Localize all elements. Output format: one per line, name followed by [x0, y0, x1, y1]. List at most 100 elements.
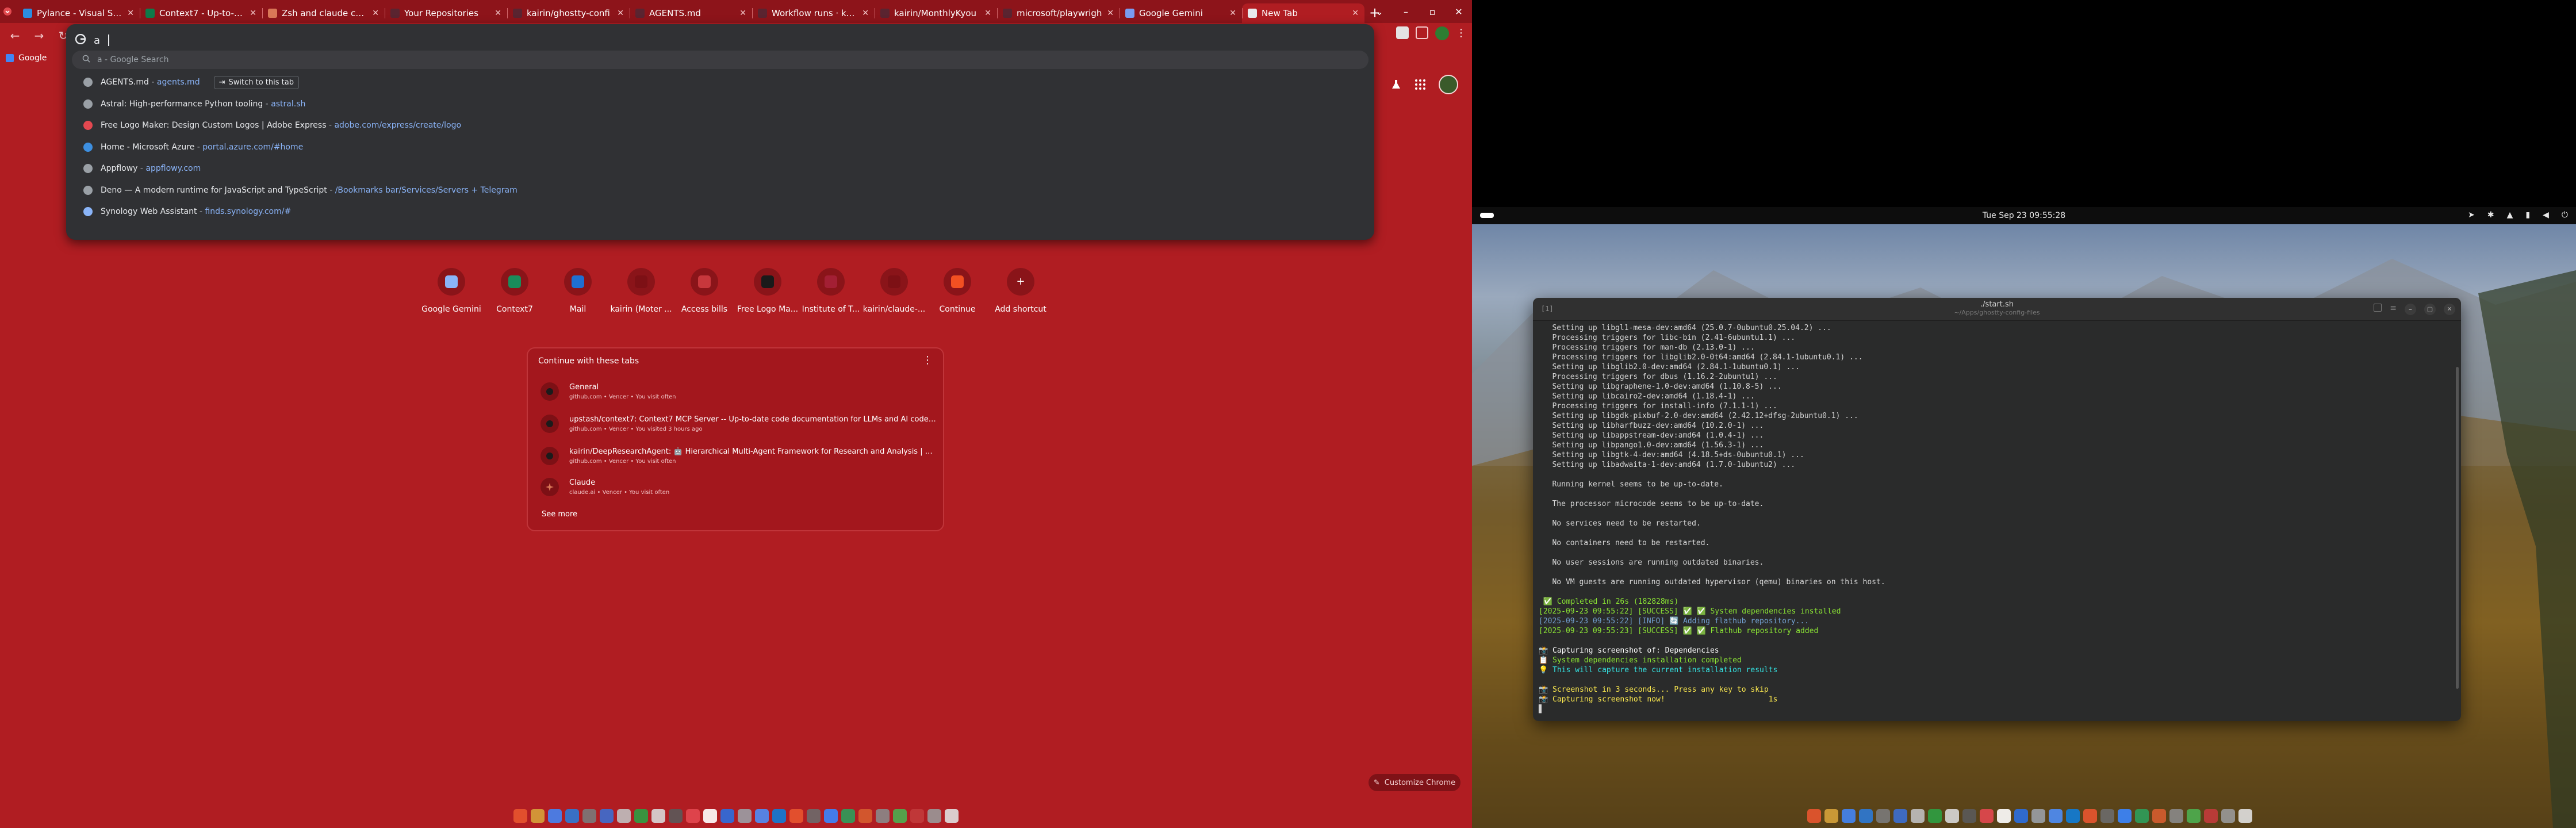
shortcut-tile[interactable]: Context7 [483, 268, 546, 314]
dock-app-icon[interactable] [2169, 809, 2183, 823]
terminal-scrollbar[interactable] [2456, 367, 2459, 689]
dock-app-icon[interactable] [910, 809, 924, 823]
continue-tab-row[interactable]: General github.com • Vencer • You visit o… [535, 376, 936, 407]
dock-app-icon[interactable] [2187, 809, 2201, 823]
bookmark-google[interactable]: Google [18, 53, 47, 63]
tab-3[interactable]: Your Repositories ✕ [385, 3, 507, 23]
close-tab-icon[interactable]: ✕ [739, 9, 746, 18]
dock-app-icon[interactable] [1980, 809, 1994, 823]
dock-app-icon[interactable] [2221, 809, 2235, 823]
tab-5[interactable]: AGENTS.md ✕ [630, 3, 752, 23]
dock-app-icon[interactable] [841, 809, 855, 823]
dock-app-icon[interactable] [703, 809, 717, 823]
dock-app-icon[interactable] [807, 809, 821, 823]
shortcut-tile[interactable]: Access bills [673, 268, 736, 314]
shortcut-tile[interactable]: Continue [926, 268, 989, 314]
minimize-button[interactable]: – [1393, 0, 1419, 23]
dock-app-icon[interactable] [1928, 809, 1942, 823]
dock-app-icon[interactable] [565, 809, 579, 823]
forward-icon[interactable]: → [30, 26, 48, 45]
dock-app-icon[interactable] [600, 809, 614, 823]
labs-flask-icon[interactable] [1390, 79, 1402, 90]
close-tab-icon[interactable]: ✕ [1107, 9, 1114, 18]
dock-app-icon[interactable] [1962, 809, 1976, 823]
dock-app-icon[interactable] [824, 809, 838, 823]
dock-app-icon[interactable] [686, 809, 700, 823]
tab-2[interactable]: Zsh and claude comm ✕ [262, 3, 385, 23]
dock-app-icon[interactable] [2238, 809, 2252, 823]
dock-app-icon[interactable] [2204, 809, 2218, 823]
dock-app-icon[interactable] [945, 809, 959, 823]
omnibox-suggestion[interactable]: Appflowy - appflowy.com [72, 158, 1368, 179]
dock-app-icon[interactable] [927, 809, 941, 823]
tab-search-icon[interactable]: ⌄ [1366, 0, 1393, 23]
omnibox-suggestion[interactable]: Synology Web Assistant - finds.synology.… [72, 201, 1368, 223]
close-tab-icon[interactable]: ✕ [372, 9, 379, 18]
dock-app-icon[interactable] [2100, 809, 2114, 823]
shortcut-tile[interactable]: kairin/claude-... [862, 268, 926, 314]
dock-app-icon[interactable] [2118, 809, 2132, 823]
card-menu-icon[interactable]: ⋮ [922, 354, 933, 366]
system-tray[interactable]: ➤ ✱ ▲ ▮ ◀ ⏻ [2468, 210, 2568, 220]
kebab-menu-icon[interactable]: ⋮ [1456, 26, 1466, 40]
dock-app-icon[interactable] [1807, 809, 1821, 823]
dock-app-icon[interactable] [720, 809, 734, 823]
dock-app-icon[interactable] [1997, 809, 2011, 823]
dock-app-icon[interactable] [582, 809, 596, 823]
shortcut-tile[interactable]: + Add shortcut [989, 268, 1052, 314]
dock-app-icon[interactable] [669, 809, 683, 823]
back-icon[interactable]: ← [6, 26, 24, 45]
dock-app-icon[interactable] [548, 809, 562, 823]
dock-app-icon[interactable] [1824, 809, 1838, 823]
see-more-link[interactable]: See more [542, 510, 577, 519]
terminal-minimize[interactable]: – [2405, 304, 2416, 315]
shortcut-tile[interactable]: Institute of T... [799, 268, 862, 314]
dock-app-icon[interactable] [1893, 809, 1907, 823]
omnibox-suggestion[interactable]: Free Logo Maker: Design Custom Logos | A… [72, 114, 1368, 136]
switch-to-tab-button[interactable]: ⇥ Switch to this tab [213, 75, 299, 89]
close-tab-icon[interactable]: ✕ [127, 9, 134, 18]
tab-6[interactable]: Workflow runs · kairi ✕ [752, 3, 875, 23]
dock-app-icon[interactable] [876, 809, 890, 823]
apps-grid-icon[interactable] [1414, 79, 1426, 90]
dock-app-icon[interactable] [789, 809, 803, 823]
dock-app-icon[interactable] [772, 809, 786, 823]
dock-app-icon[interactable] [1859, 809, 1873, 823]
tab-0[interactable]: Pylance - Visual Stud ✕ [17, 3, 140, 23]
dock-app-icon[interactable] [755, 809, 769, 823]
dock-app-icon[interactable] [531, 809, 545, 823]
activities-button[interactable] [1480, 213, 1494, 218]
dock-app-icon[interactable] [1945, 809, 1959, 823]
tab-7[interactable]: kairin/MonthlyKyou ✕ [875, 3, 997, 23]
dock-app-icon[interactable] [651, 809, 665, 823]
suggestion-search[interactable]: a - Google Search [72, 51, 1368, 69]
continue-tab-row[interactable]: kairin/DeepResearchAgent: 🤖 Hierarchical… [535, 440, 936, 471]
tab-4[interactable]: kairin/ghostty-confi ✕ [507, 3, 630, 23]
close-tab-icon[interactable]: ✕ [617, 9, 624, 18]
dock-app-icon[interactable] [513, 809, 527, 823]
dock-app-icon[interactable] [1876, 809, 1890, 823]
continue-tab-row[interactable]: Claude claude.ai • Vencer • You visit oft… [535, 471, 936, 503]
dock-app-icon[interactable] [2014, 809, 2028, 823]
extension-icon[interactable] [1396, 26, 1409, 39]
dock-app-icon[interactable] [2049, 809, 2063, 823]
omnibox[interactable]: a [75, 29, 1365, 52]
profile-icon[interactable] [1435, 26, 1449, 40]
dock-app-icon[interactable] [1842, 809, 1856, 823]
terminal-close[interactable]: ✕ [2444, 304, 2455, 315]
close-tab-icon[interactable]: ✕ [494, 9, 501, 18]
shortcut-tile[interactable]: Free Logo Ma... [736, 268, 799, 314]
dock-app-icon[interactable] [858, 809, 872, 823]
omnibox-text[interactable]: a [94, 34, 100, 47]
chrome-menu-icon[interactable] [0, 0, 15, 23]
omnibox-suggestion[interactable]: AGENTS.md - agents.md ⇥ Switch to this tab [72, 71, 1368, 93]
tab-10[interactable]: New Tab ✕ [1242, 3, 1364, 23]
omnibox-suggestion[interactable]: Deno — A modern runtime for JavaScript a… [72, 179, 1368, 201]
omnibox-suggestion[interactable]: Home - Microsoft Azure - portal.azure.co… [72, 136, 1368, 158]
customize-chrome-button[interactable]: ✎ Customize Chrome [1368, 774, 1460, 791]
shortcut-tile[interactable]: Mail [546, 268, 610, 314]
close-tab-icon[interactable]: ✕ [1229, 9, 1236, 18]
puzzle-icon[interactable] [1416, 26, 1428, 39]
close-tab-icon[interactable]: ✕ [1352, 9, 1359, 18]
clock[interactable]: Tue Sep 23 09:55:28 [1874, 211, 2174, 220]
